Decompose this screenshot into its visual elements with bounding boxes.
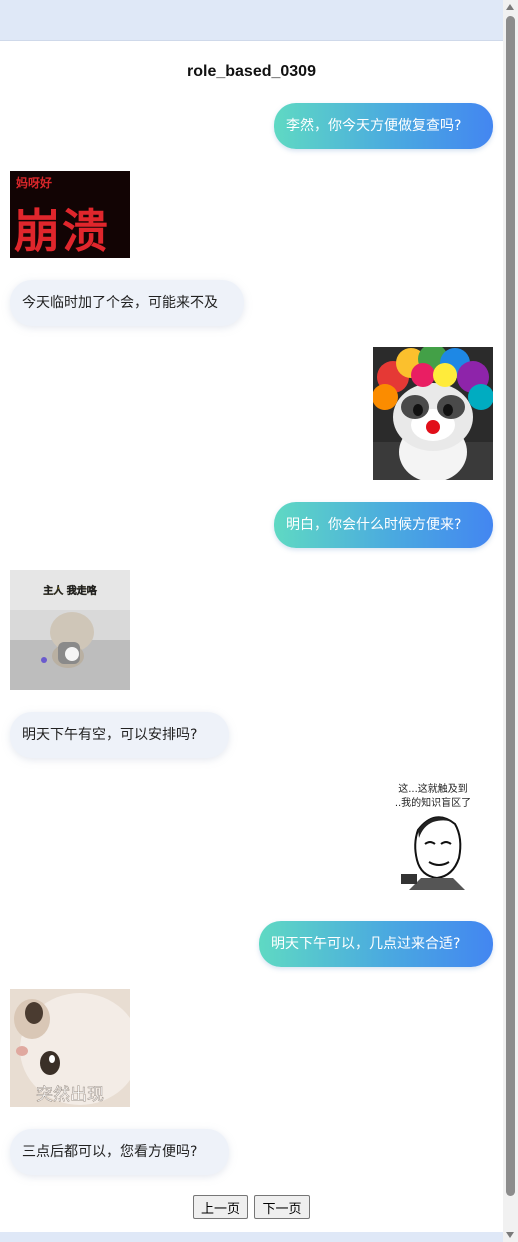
message-incoming: 三点后都可以，您看方便吗? [10,1129,229,1175]
message-outgoing: 明白，你会什么时候方便来? [274,502,493,548]
sticker-caption: 主人 我走咯 [43,584,97,597]
message-incoming: 明天下午有空，可以安排吗? [10,712,229,758]
sticker-cat-walking: 主人 我走咯 [10,570,130,690]
message-outgoing: 李然，你今天方便做复查吗? [274,103,493,149]
sticker-caption: 突然出现 [36,1085,104,1105]
sticker-caption-main: 崩溃 [14,204,110,258]
message-incoming: 今天临时加了个会，可能来不及 [10,280,244,326]
sticker-caption-line2: ..我的知识盲区了 [395,796,471,809]
scroll-up-arrow-icon[interactable] [506,4,514,10]
scrollbar-thumb[interactable] [506,16,515,1196]
sticker-knowledge-blind-spot: 这...这就触及到 ..我的知识盲区了 [373,778,493,890]
vertical-scrollbar[interactable] [503,0,518,1242]
sticker-bengkui: 妈呀好 崩溃 [10,171,130,258]
chat-title: role_based_0309 [187,63,316,80]
sticker-cat-peek: 突然出现 [10,989,130,1107]
top-header-band [0,0,503,41]
sticker-caption-top: 妈呀好 [16,175,52,190]
bottom-footer-band [0,1232,503,1242]
message-outgoing: 明天下午可以，几点过来合适? [259,921,493,967]
sticker-caption-line1: 这...这就触及到 [398,782,468,795]
next-page-button[interactable]: 下一页 [254,1195,310,1219]
sticker-clown-cat [373,347,493,480]
prev-page-button[interactable]: 上一页 [193,1195,248,1219]
scroll-down-arrow-icon[interactable] [506,1232,514,1238]
